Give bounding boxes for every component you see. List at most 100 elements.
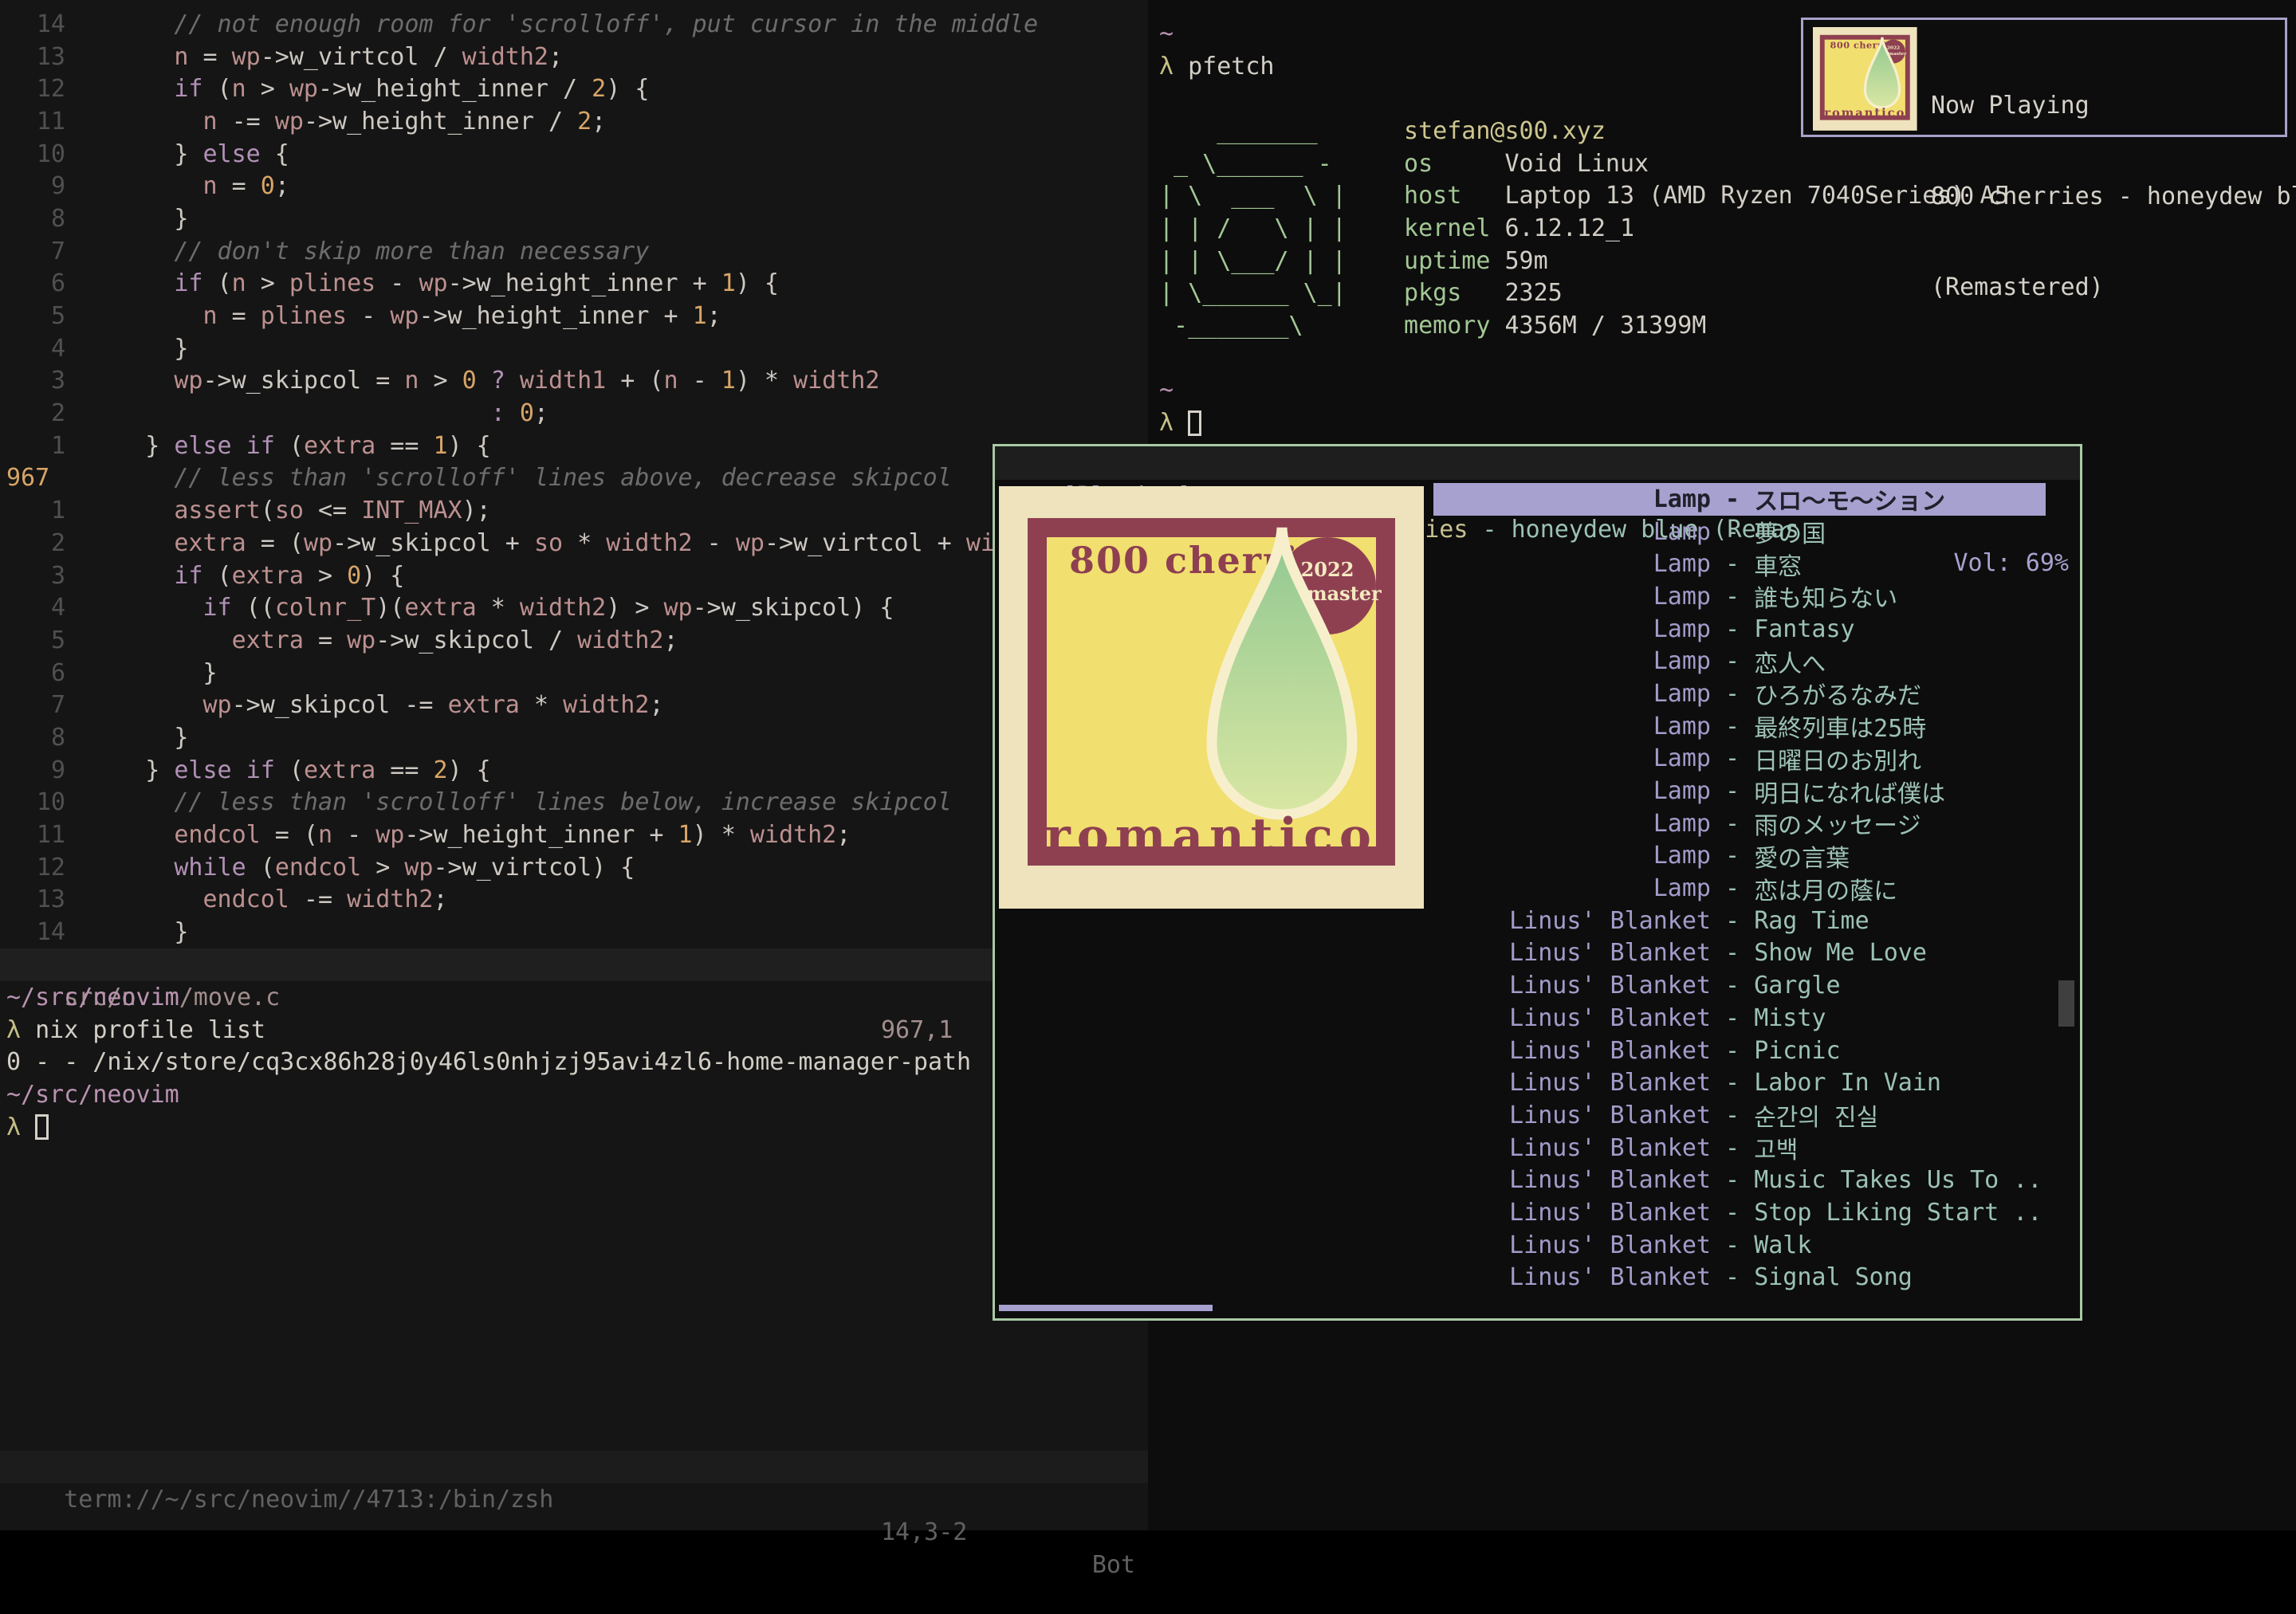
code-line[interactable]: 11 n -= wp->w_height_inner / 2; xyxy=(0,105,1148,138)
code-editor[interactable]: 14 // not enough room for 'scrolloff', p… xyxy=(0,8,1148,948)
queue-title: Fantasy xyxy=(1754,615,2046,643)
queue-row[interactable]: Lamp - ひろがるなみだ xyxy=(1433,677,2046,710)
pfetch-field-label: memory xyxy=(1404,312,1504,340)
queue-row[interactable]: Linus' Blanket - Labor In Vain xyxy=(1433,1066,2046,1099)
queue-row[interactable]: Linus' Blanket - Signal Song xyxy=(1433,1262,2046,1294)
line-number: 12 xyxy=(0,854,88,882)
code-line[interactable]: 14 } xyxy=(0,916,1148,948)
queue-separator: - xyxy=(1711,647,1754,675)
code-text: } else if (extra == 1) { xyxy=(88,432,491,460)
queue-row[interactable]: Linus' Blanket - 순간의 진실 xyxy=(1433,1099,2046,1132)
code-line[interactable]: 13 endcol -= width2; xyxy=(0,884,1148,917)
queue-row[interactable]: Lamp - 最終列車は25時 xyxy=(1433,710,2046,743)
player-queue[interactable]: Lamp - スロ〜モ〜ションLamp - 夢の国Lamp - 車窓Lamp -… xyxy=(1433,483,2046,1294)
code-token: wp xyxy=(289,75,318,103)
queue-row[interactable]: Linus' Blanket - Walk xyxy=(1433,1229,2046,1262)
code-line[interactable]: 9 n = 0; xyxy=(0,170,1148,202)
queue-row[interactable]: Linus' Blanket - Gargle xyxy=(1433,969,2046,1002)
code-token xyxy=(232,756,246,784)
queue-row[interactable]: Lamp - 恋は月の蔭に xyxy=(1433,872,2046,905)
code-line[interactable]: 1 assert(so <= INT_MAX); xyxy=(0,494,1148,527)
queue-artist: Linus' Blanket xyxy=(1433,972,1711,999)
line-number: 2 xyxy=(0,399,88,427)
code-token: else xyxy=(174,432,231,460)
code-token: extra xyxy=(174,529,246,557)
queue-row[interactable]: Linus' Blanket - Picnic xyxy=(1433,1035,2046,1067)
queue-row[interactable]: Lamp - Fantasy xyxy=(1433,613,2046,646)
code-token: = xyxy=(188,43,231,71)
code-line[interactable]: 3 if (extra > 0) { xyxy=(0,560,1148,592)
code-token: wp xyxy=(347,626,375,654)
queue-artist: Lamp xyxy=(1433,777,1711,805)
code-token: -= xyxy=(218,108,275,135)
shell-directory: ~/src/neovim xyxy=(6,984,179,1011)
code-line[interactable]: 10 } else { xyxy=(0,138,1148,171)
code-line[interactable]: 6 if (n > plines - wp->w_height_inner + … xyxy=(0,268,1148,300)
line-number: 6 xyxy=(0,659,88,687)
code-line[interactable]: 7 // don't skip more than necessary xyxy=(0,235,1148,268)
queue-row[interactable]: Linus' Blanket - Rag Time xyxy=(1433,905,2046,937)
code-token: ) * xyxy=(736,367,793,395)
code-line[interactable]: 5 n = plines - wp->w_height_inner + 1; xyxy=(0,300,1148,332)
code-text: extra = (wp->w_skipcol + so * width2 - w… xyxy=(88,529,1009,557)
queue-row[interactable]: Linus' Blanket - Stop Liking Start ... xyxy=(1433,1196,2046,1229)
code-token: ; xyxy=(534,399,548,427)
code-line[interactable]: 7 wp->w_skipcol -= extra * width2; xyxy=(0,689,1148,721)
queue-row[interactable]: Linus' Blanket - Misty xyxy=(1433,1002,2046,1035)
now-playing-notification[interactable]: 800 cherries 2022Remaster romantico Now … xyxy=(1801,18,2287,137)
queue-row[interactable]: Lamp - 日曜日のお別れ xyxy=(1433,743,2046,776)
code-line[interactable]: 9 } else if (extra == 2) { xyxy=(0,754,1148,787)
code-line[interactable]: 6 } xyxy=(0,657,1148,689)
queue-row[interactable]: Lamp - 車窓 xyxy=(1433,548,2046,580)
line-number: 6 xyxy=(0,269,88,297)
terminal-pane-left[interactable]: 14 // not enough room for 'scrolloff', p… xyxy=(0,0,1148,1530)
code-line[interactable]: 4 if ((colnr_T)(extra * width2) > wp->w_… xyxy=(0,591,1148,624)
queue-title: スロ〜モ〜ション xyxy=(1754,481,2046,516)
queue-scrollbar-thumb[interactable] xyxy=(2058,980,2074,1027)
code-line[interactable]: 967 // less than 'scrolloff' lines above… xyxy=(0,462,1148,495)
queue-row[interactable]: Linus' Blanket - Music Takes Us To ... xyxy=(1433,1164,2046,1196)
track-progress-bar[interactable] xyxy=(999,1305,1213,1311)
code-line[interactable]: 2 extra = (wp->w_skipcol + so * width2 -… xyxy=(0,527,1148,560)
code-line[interactable]: 4 } xyxy=(0,332,1148,365)
code-line[interactable]: 13 n = wp->w_virtcol / width2; xyxy=(0,41,1148,73)
album-cover: 800 cherries 2022Remaster romantico xyxy=(999,486,1424,909)
code-token xyxy=(88,594,203,622)
code-line[interactable]: 14 // not enough room for 'scrolloff', p… xyxy=(0,8,1148,41)
queue-artist: Lamp xyxy=(1433,615,1711,643)
queue-title: Labor In Vain xyxy=(1754,1069,2046,1097)
queue-row[interactable]: Lamp - 恋人へ xyxy=(1433,645,2046,677)
code-line[interactable]: 3 wp->w_skipcol = n > 0 ? width1 + (n - … xyxy=(0,365,1148,398)
queue-row[interactable]: Linus' Blanket - Show Me Love xyxy=(1433,937,2046,970)
queue-row[interactable]: Lamp - 誰も知らない xyxy=(1433,580,2046,613)
queue-row[interactable]: Lamp - 夢の国 xyxy=(1433,516,2046,548)
code-token: ( xyxy=(203,562,232,590)
queue-row[interactable]: Lamp - 雨のメッセージ xyxy=(1433,807,2046,840)
code-line[interactable]: 12 while (endcol > wp->w_virtcol) { xyxy=(0,851,1148,884)
code-token: - xyxy=(375,269,419,297)
code-line[interactable]: 11 endcol = (n - wp->w_height_inner + 1)… xyxy=(0,819,1148,851)
queue-row[interactable]: Lamp - スロ〜モ〜ション xyxy=(1433,483,2046,516)
code-line[interactable]: 1 } else if (extra == 1) { xyxy=(0,430,1148,462)
code-token: ) { xyxy=(736,269,779,297)
queue-row[interactable]: Lamp - 愛の言葉 xyxy=(1433,840,2046,873)
code-token: -= xyxy=(289,886,347,913)
queue-title: Stop Liking Start ... xyxy=(1754,1199,2046,1227)
queue-row[interactable]: Linus' Blanket - 고백 xyxy=(1433,1132,2046,1164)
code-line[interactable]: 8 } xyxy=(0,202,1148,235)
code-token: > xyxy=(246,269,289,297)
code-token xyxy=(88,367,174,395)
distro-logo-ascii: _______ xyxy=(1159,117,1404,145)
queue-row[interactable]: Lamp - 明日になれば僕は xyxy=(1433,775,2046,807)
code-token: - xyxy=(678,367,721,395)
code-token: n xyxy=(232,269,246,297)
code-token: * xyxy=(520,691,563,719)
code-line[interactable]: 5 extra = wp->w_skipcol / width2; xyxy=(0,624,1148,657)
code-line[interactable]: 10 // less than 'scrolloff' lines below,… xyxy=(0,787,1148,819)
embedded-terminal[interactable]: ~/src/neovimλ nix profile list0 - - /nix… xyxy=(6,981,971,1143)
code-line[interactable]: 2 : 0; xyxy=(0,397,1148,430)
music-player-window[interactable]: [Playing] herries - honeydew blue (Remas… xyxy=(993,444,2082,1321)
code-line[interactable]: 8 } xyxy=(0,721,1148,754)
notification-track-suffix: (Remastered) xyxy=(1931,273,2296,303)
code-line[interactable]: 12 if (n > wp->w_height_inner / 2) { xyxy=(0,73,1148,105)
